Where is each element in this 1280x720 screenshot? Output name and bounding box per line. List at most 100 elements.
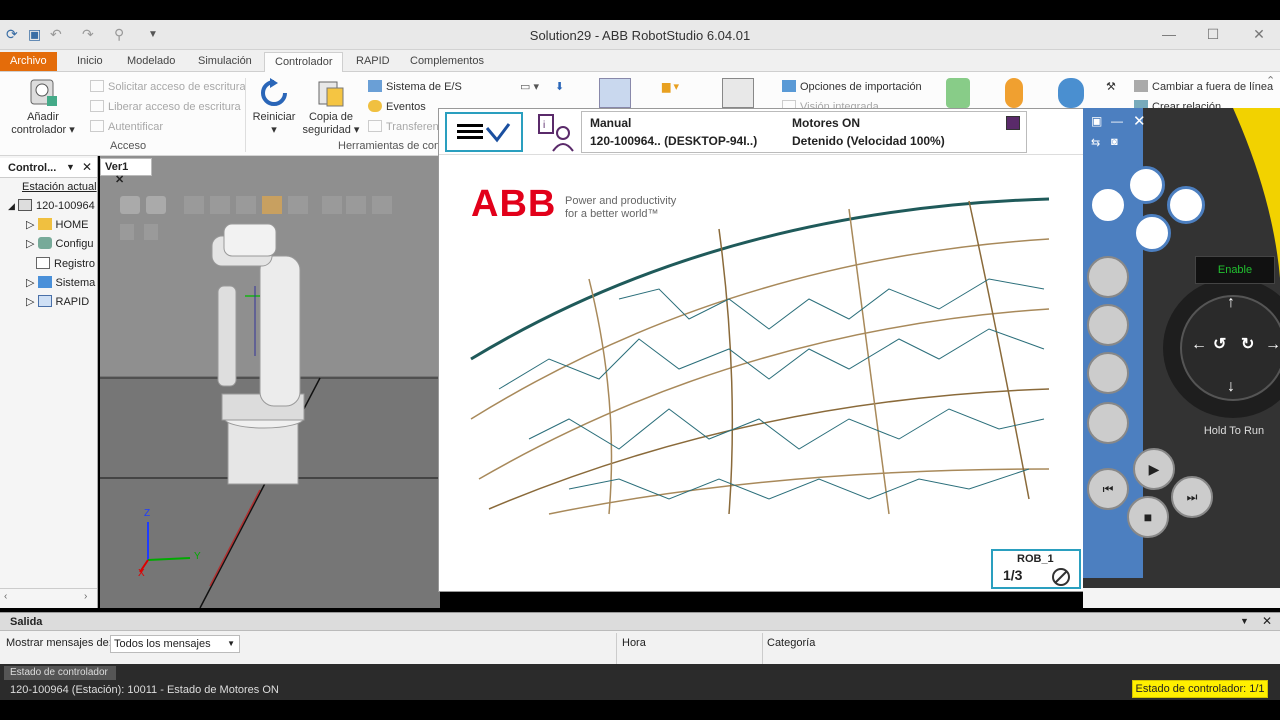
tab-archivo[interactable]: Archivo [0,52,57,71]
play-sim-icon[interactable] [120,224,134,240]
output-dropdown-icon[interactable]: ▼ [1240,616,1249,626]
restart-button[interactable]: Reiniciar ▾ [250,78,298,137]
dashes-button[interactable] [1087,402,1129,444]
controller-tree-icon [17,199,32,211]
panel-hscroll[interactable]: ‹ › [0,588,97,606]
tree-item-rapid[interactable]: ▷ RAPID [26,295,89,308]
3d-viewport[interactable]: Z Y X [100,156,440,608]
folder-icon[interactable]: ▆ ▾ [662,78,679,96]
flexpendant-window: i Manual 120-100964.. (DESKTOP-94I..) Mo… [438,108,1086,592]
release-write-button[interactable]: Liberar acceso de escritura [90,98,241,116]
tree-item-controller[interactable]: ◢ 120-100964 [8,199,95,212]
download-icon[interactable]: ⬇ [555,78,564,96]
abb-menu-button[interactable] [445,112,523,152]
move-icon[interactable] [322,196,342,214]
tree-item-registro[interactable]: Registro [36,257,95,270]
enable-button[interactable]: Enable [1195,256,1275,284]
close-window-icon[interactable]: ✕ [1244,24,1274,44]
events-button[interactable]: Eventos [368,98,426,116]
users-button[interactable] [1056,78,1086,111]
step-back-button[interactable]: ⏮ [1087,468,1129,510]
backup-button[interactable]: Copia de seguridad ▾ [300,78,362,137]
column-divider [616,633,617,665]
backup-icon [315,78,347,108]
select-mode-icon[interactable] [184,196,204,214]
hw-camera-icon[interactable]: ◙ [1111,136,1118,148]
hw-close-icon[interactable]: ✕ [1133,112,1146,130]
status-tab[interactable]: Estado de controlador [4,666,116,680]
view-toolbar-icon[interactable] [120,196,140,214]
tools-icon[interactable]: ⚒ [1106,78,1116,96]
tab-rapid[interactable]: RAPID [346,52,400,72]
transfer-icon [368,120,382,132]
snap-object-icon[interactable] [262,196,282,214]
import-options-button[interactable]: Opciones de importación [782,78,922,96]
request-write-button[interactable]: Solicitar acceso de escritura [90,78,246,96]
hold-to-run-button[interactable]: Hold To Run [1191,420,1277,442]
properties-button[interactable] [722,78,754,111]
tab-close-icon[interactable]: ✕ [115,174,124,186]
prog-key-1[interactable] [1127,166,1165,204]
hw-minimize-icon[interactable]: — [1111,114,1123,128]
light-button[interactable] [1000,78,1028,111]
prog-key-3[interactable] [1167,186,1205,224]
output-close-icon[interactable]: ✕ [1262,614,1272,628]
maximize-icon[interactable]: ☐ [1198,24,1228,44]
motion-mode-button[interactable] [1087,304,1129,346]
minimize-icon[interactable]: — [1154,24,1184,44]
stop-button[interactable]: ■ [1127,496,1169,538]
rob1-quickset-button[interactable]: ROB_1 1/3 [991,549,1081,589]
mechanical-unit-button[interactable] [1087,256,1129,298]
rob-fraction: 1/3 [1003,567,1023,583]
snap-center-icon[interactable] [236,196,256,214]
tree-item-sistema[interactable]: ▷ Sistema [26,276,95,289]
key-icon [90,120,104,132]
filter-select[interactable]: Todos los mensajes ▼ [110,635,240,653]
increment-button[interactable] [1087,352,1129,394]
motors-state: Motores ON [792,116,861,130]
change-offline-button[interactable]: Cambiar a fuera de línea [1134,78,1273,96]
joystick[interactable]: ↑ ↓ ← → ↺ ↻ [1187,294,1280,402]
tab-complementos[interactable]: Complementos [400,52,494,72]
tab-controlador[interactable]: Controlador [264,52,344,72]
column-categoria[interactable]: Categoría [767,637,815,649]
transfer-button[interactable]: Transferen [368,118,439,136]
panel-dropdown-icon[interactable]: ▼ [66,162,75,172]
tab-simulacion[interactable]: Simulación [188,52,262,72]
panel-close-icon[interactable]: ✕ [82,160,92,174]
robot-button[interactable] [944,78,972,111]
view-fit-icon[interactable] [146,196,166,214]
tab-inicio[interactable]: Inicio [67,52,113,72]
column-hora[interactable]: Hora [622,637,646,649]
prog-key-4[interactable] [1133,214,1171,252]
controller-status-badge[interactable]: Estado de controlador: 1/1 [1132,680,1268,698]
snap-icon[interactable] [210,196,230,214]
tab-modelado[interactable]: Modelado [117,52,185,72]
start-button[interactable]: ▶ [1133,448,1175,490]
jog-icon[interactable] [372,196,392,214]
group-label-access: Acceso [110,140,147,152]
stop-sim-icon[interactable] [144,224,158,240]
globe-illustration [470,197,1050,515]
io-system-button[interactable]: Sistema de E/S [368,78,462,96]
axis-y-label: Y [194,551,201,562]
rotate-icon[interactable] [346,196,366,214]
tree-item-home[interactable]: ▷ HOME [26,218,89,231]
status-box: Manual 120-100964.. (DESKTOP-94I..) Moto… [581,111,1027,153]
flexpendant-button[interactable] [598,78,632,111]
hw-restore-icon[interactable]: ▣ [1091,114,1102,128]
event-log-icon[interactable]: i [535,113,575,153]
prog-key-2[interactable] [1089,186,1127,224]
measure-icon[interactable] [288,196,308,214]
output-tab[interactable]: Salida [10,616,42,628]
add-controller-button[interactable]: Añadir controlador ▾ [8,78,78,137]
hw-swap-icon[interactable]: ⇆ [1091,136,1100,149]
authenticate-button[interactable]: Autentificar [90,118,163,136]
group-label-tools: Herramientas de cont [338,140,444,152]
window-toggle-button[interactable]: ▭ ▾ [520,78,539,96]
tab-ver1[interactable]: Ver1 ✕ [100,158,152,186]
ribbon-collapse-icon[interactable]: ⌃ [1266,72,1275,90]
step-forward-button[interactable]: ⏭ [1171,476,1213,518]
tree-item-config[interactable]: ▷ Configu [26,237,93,250]
quickset-icon[interactable] [1006,116,1020,130]
